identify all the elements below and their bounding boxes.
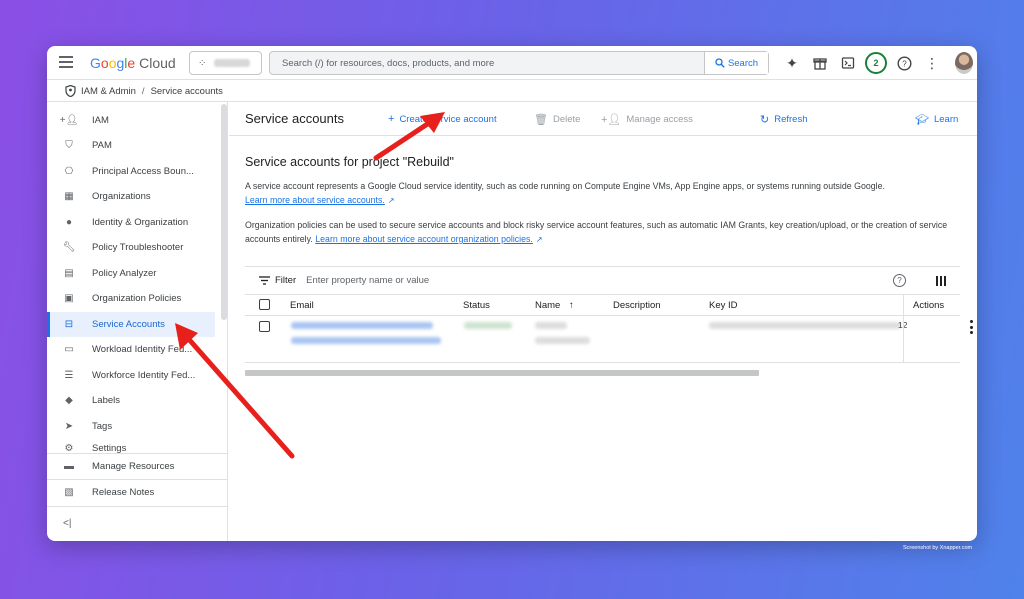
watermark: Screenshot by Xnapper.com bbox=[903, 545, 973, 551]
annotation-arrow-create bbox=[175, 112, 445, 459]
